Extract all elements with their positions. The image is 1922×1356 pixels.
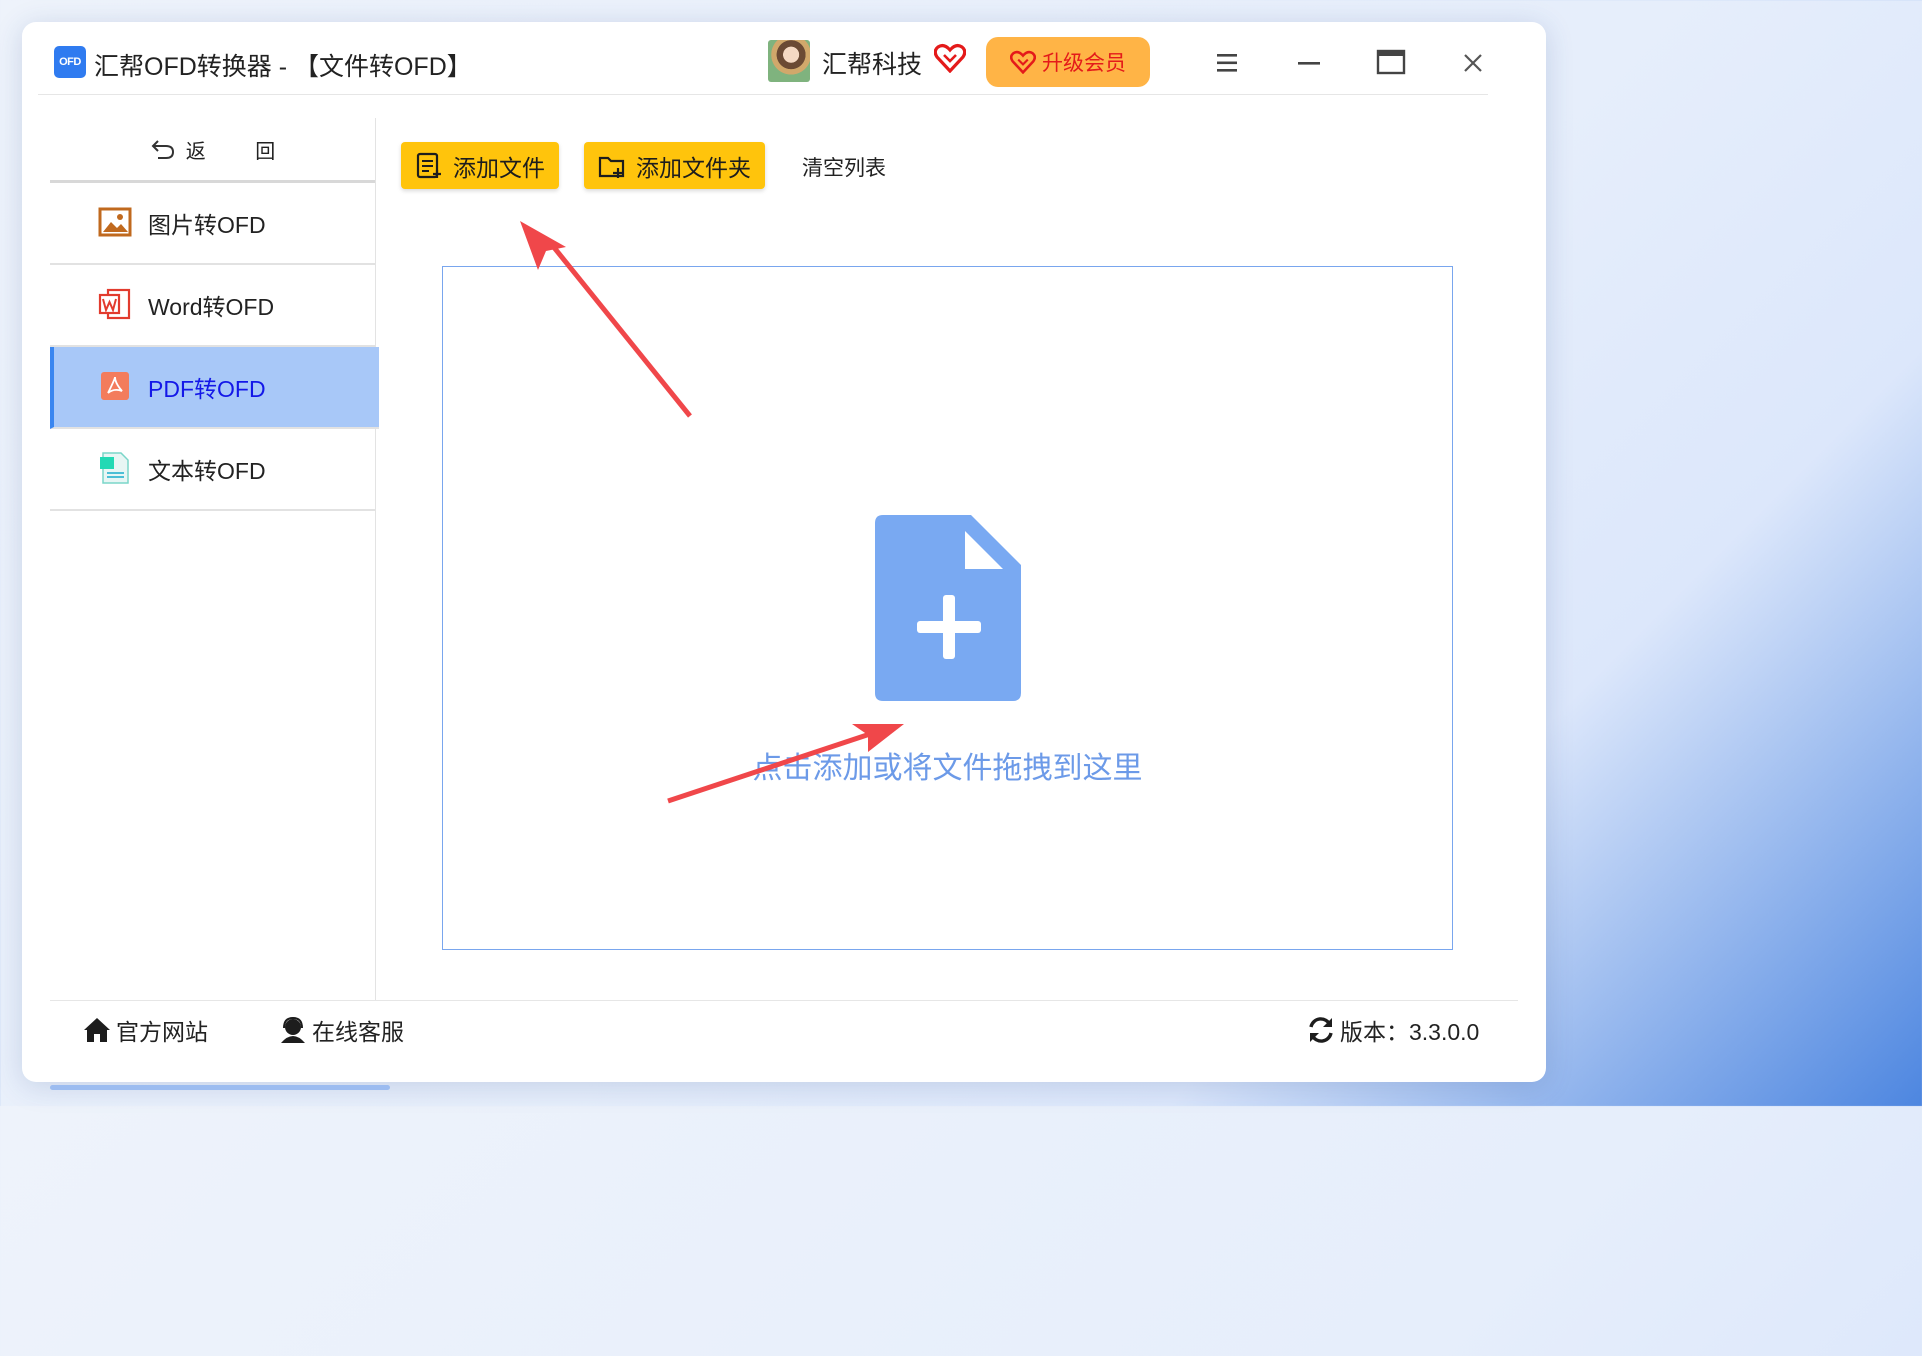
version-label: 版本：3.3.0.0 [1340, 1019, 1480, 1045]
official-website-link[interactable]: 官方网站 [82, 1013, 208, 1047]
word-icon [98, 288, 131, 320]
version-info: 版本：3.3.0.0 [1306, 1013, 1479, 1047]
home-icon [84, 1018, 110, 1042]
image-icon [98, 207, 132, 237]
back-arrow-icon [151, 140, 174, 159]
add-folder-button[interactable]: 添加文件夹 [584, 142, 765, 189]
sidebar-item-pdf-to-ofd[interactable]: PDF转OFD [50, 347, 379, 429]
upgrade-vip-label: 升级会员 [1042, 52, 1126, 75]
maximize-button[interactable] [1374, 46, 1408, 80]
file-add-icon [875, 515, 1021, 701]
clear-list-button[interactable]: 清空列表 [802, 152, 886, 182]
sidebar-item-label: PDF转OFD [148, 376, 266, 402]
footer: 官方网站 在线客服 版本：3.3.0.0 [50, 1000, 1518, 1059]
sidebar-item-word-to-ofd[interactable]: Word转OFD [50, 265, 375, 347]
add-file-button[interactable]: 添加文件 [401, 142, 559, 189]
upgrade-vip-button[interactable]: 升级会员 [986, 37, 1150, 87]
close-button[interactable] [1456, 46, 1490, 80]
add-file-label: 添加文件 [453, 154, 545, 181]
close-icon [1464, 54, 1482, 72]
title-bar: OFD 汇帮OFD转换器 - 【文件转OFD】 汇帮科技 升级会员 [38, 34, 1488, 95]
back-button[interactable]: 返 回 [50, 118, 375, 183]
online-support-label: 在线客服 [312, 1019, 404, 1045]
minimize-icon [1298, 62, 1320, 65]
file-dropzone[interactable]: 点击添加或将文件拖拽到这里 [442, 266, 1453, 950]
customer-service-icon [281, 1016, 305, 1043]
user-avatar[interactable] [768, 40, 810, 82]
text-file-icon [100, 452, 129, 484]
sidebar-item-text-to-ofd[interactable]: 文本转OFD [50, 429, 375, 511]
pdf-icon [101, 372, 129, 400]
app-logo: OFD [54, 46, 86, 78]
add-folder-icon [598, 156, 625, 178]
taskbar-indicator [50, 1085, 390, 1090]
add-file-icon [416, 152, 441, 178]
sidebar-item-label: 文本转OFD [148, 458, 266, 484]
sidebar: 返 回 图片转OFD Word转OFD PDF转OFD 文本转OFD [50, 118, 379, 1000]
sidebar-item-label: 图片转OFD [148, 212, 266, 238]
vip-heart-icon [1010, 50, 1036, 74]
online-support-link[interactable]: 在线客服 [278, 1013, 404, 1047]
refresh-icon [1309, 1017, 1333, 1043]
app-title: 汇帮OFD转换器 - 【文件转OFD】 [94, 53, 472, 81]
hamburger-icon [1217, 54, 1237, 72]
maximize-icon [1376, 49, 1406, 75]
add-folder-label: 添加文件夹 [636, 154, 751, 181]
menu-button[interactable] [1210, 46, 1244, 80]
user-name[interactable]: 汇帮科技 [822, 45, 922, 81]
back-label: 返 回 [185, 140, 298, 163]
dropzone-hint: 点击添加或将文件拖拽到这里 [752, 752, 1143, 785]
minimize-button[interactable] [1292, 46, 1326, 80]
vip-heart-icon [934, 43, 966, 73]
sidebar-item-label: Word转OFD [148, 294, 275, 320]
sidebar-item-image-to-ofd[interactable]: 图片转OFD [50, 183, 375, 265]
official-website-label: 官方网站 [116, 1019, 208, 1045]
